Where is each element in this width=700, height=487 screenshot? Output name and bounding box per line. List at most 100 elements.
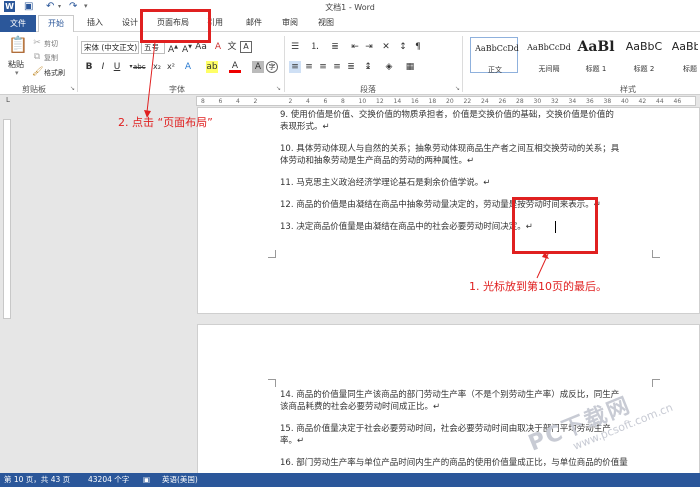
format-painter-button[interactable]: 格式刷 [44, 68, 65, 78]
word-count-status[interactable]: 43204 个字 [88, 473, 129, 487]
text-effects-icon[interactable]: A [182, 61, 194, 73]
format-painter-icon[interactable]: 🖌 [32, 66, 43, 78]
document-text-line[interactable]: 该商品耗费的社会必要劳动时间成正比。↵ [280, 401, 440, 413]
sort-icon[interactable]: ↕ [397, 41, 409, 53]
page-count-status[interactable]: 第 10 页，共 43 页 [4, 473, 70, 487]
ruler-strip[interactable]: 8 6 4 2 2 4 6 8 10 12 14 16 18 20 22 24 26 28 30 32 34 36 38 40… [196, 96, 696, 106]
tab-file[interactable]: 文件 [0, 15, 36, 32]
document-text-line[interactable]: 9. 使用价值是价值、交换价值的物质承担者，价值是交换价值的基础，交换价值是价值… [280, 109, 614, 121]
character-shading-icon[interactable]: A [252, 61, 264, 73]
document-page-10[interactable]: 9. 使用价值是价值、交换价值的物质承担者，价值是交换价值的基础，交换价值是价值… [197, 107, 700, 314]
italic-icon[interactable]: I [97, 61, 109, 73]
document-text-line[interactable]: 体劳动和抽象劳动是生产商品的劳动的两种属性。↵ [280, 155, 474, 167]
underline-icon[interactable]: U [111, 61, 123, 73]
ruler-tick-label: 44 [656, 98, 664, 105]
ruler-tick-label: 26 [498, 98, 507, 105]
style-title[interactable]: AaBbC 标题 [664, 37, 698, 73]
highlight-color-icon[interactable]: ab [206, 61, 218, 73]
align-left-icon[interactable]: ≡ [289, 61, 301, 73]
tab-selector-icon[interactable]: L [6, 96, 10, 104]
language-status[interactable]: 英语(美国) [162, 473, 198, 487]
style-heading-2[interactable]: AaBbC 标题 2 [618, 37, 666, 73]
align-center-icon[interactable]: ≡ [303, 61, 315, 73]
enclose-characters-icon[interactable]: 字 [266, 61, 278, 73]
increase-indent-icon[interactable]: ⇥ [363, 41, 375, 53]
document-text-line[interactable]: 13. 决定商品价值量是由凝结在商品中的社会必要劳动时间决定。↵ [280, 221, 533, 233]
distributed-icon[interactable]: ≣ [345, 61, 357, 73]
line-spacing-icon[interactable]: ↨ [362, 61, 374, 73]
tab-review[interactable]: 审阅 [282, 17, 298, 28]
annotation-arrow-icon [144, 41, 156, 118]
tab-home[interactable]: 开始 [38, 15, 74, 32]
crop-mark [268, 379, 276, 387]
cut-icon[interactable]: ✂ [32, 37, 42, 49]
ruler-tick-label: 6 [218, 98, 223, 105]
document-text-line[interactable]: 率。↵ [280, 435, 304, 447]
decrease-indent-icon[interactable]: ⇤ [349, 41, 361, 53]
ruler-tick-label: 46 [673, 98, 682, 105]
ruler-tick-label: 18 [428, 98, 437, 105]
ruler-tick-label: 28 [516, 98, 524, 105]
ribbon-separator [462, 36, 463, 92]
multilevel-list-icon[interactable]: ≣ [329, 41, 341, 53]
ruler-tick-label: 36 [586, 98, 594, 105]
ruler-tick-label: 16 [411, 98, 419, 105]
ruler-tick-label: 22 [463, 98, 472, 105]
annotation-box-cursor [512, 197, 598, 254]
chinese-layout-icon[interactable]: ✕ [380, 41, 392, 53]
ruler-tick-label: 12 [376, 98, 384, 105]
annotation-step-2: 2. 点击 “页面布局” [118, 116, 213, 129]
align-right-icon[interactable]: ≡ [317, 61, 329, 73]
phonetic-guide-icon[interactable]: 文 [226, 41, 238, 53]
ruler-tick-label: 8 [201, 98, 205, 105]
tab-mailings[interactable]: 邮件 [246, 17, 262, 28]
copy-button[interactable]: 复制 [44, 53, 58, 63]
paste-dropdown-icon[interactable]: ▾ [15, 69, 19, 77]
paragraph-launcher-icon[interactable]: ↘ [455, 85, 460, 92]
copy-icon[interactable]: ⧉ [32, 51, 42, 63]
ruler-tick-label: 40 [621, 98, 629, 105]
font-color-icon[interactable]: A [229, 61, 241, 73]
ruler-tick-label: 4 [306, 98, 310, 105]
font-launcher-icon[interactable]: ↘ [276, 85, 281, 92]
borders-icon[interactable]: ▦ [404, 61, 416, 73]
tab-design[interactable]: 设计 [122, 17, 138, 28]
style-heading-1[interactable]: AaBl 标题 1 [570, 37, 618, 73]
ruler-tick-label: 24 [481, 98, 489, 105]
tab-view[interactable]: 视图 [318, 17, 334, 28]
shading-icon[interactable]: ◈ [383, 61, 395, 73]
style-normal-sample: AaBbCcDd [475, 44, 519, 53]
ruler-tick-label: 38 [603, 98, 612, 105]
ruler-tick-label: 8 [341, 98, 345, 105]
paste-icon[interactable]: 📋 [8, 35, 28, 55]
proofing-icon[interactable]: ▣ [143, 473, 150, 487]
cut-button[interactable]: 剪切 [44, 39, 58, 49]
font-name-combo[interactable]: 宋体 (中文正文) [81, 41, 139, 54]
document-text-line[interactable]: 11. 马克思主义政治经济学理论基石是剩余价值学说。↵ [280, 177, 490, 189]
clear-formatting-icon[interactable]: A [212, 41, 224, 53]
bullets-icon[interactable]: ☰ [289, 41, 301, 53]
ruler-tick-label: 4 [236, 98, 240, 105]
numbering-icon[interactable]: ⒈ [309, 41, 321, 53]
document-text-line[interactable]: 10. 具体劳动体现人与自然的关系；抽象劳动体现商品生产者之间互相交换劳动的关系… [280, 143, 619, 155]
status-bar: 第 10 页，共 43 页 43204 个字 ▣ 英语(美国) [0, 473, 700, 487]
tab-insert[interactable]: 插入 [87, 17, 103, 28]
paragraph-group-label: 段落 [360, 85, 376, 94]
ruler-tick-label: 2 [288, 98, 293, 105]
window-title: 文档1 - Word [325, 3, 375, 12]
document-text-line[interactable]: 表现形式。↵ [280, 121, 330, 133]
vertical-ruler-strip[interactable] [3, 119, 11, 319]
style-no-spacing[interactable]: AaBbCcDd 无间隔 [523, 37, 571, 73]
style-no-spacing-sample: AaBbCcDd [527, 43, 571, 52]
justify-icon[interactable]: ≡ [331, 61, 343, 73]
ruler-tick-label: 14 [393, 98, 402, 105]
style-normal-name: 正文 [488, 66, 502, 74]
character-border-icon[interactable]: A [240, 41, 252, 53]
ribbon-separator [284, 36, 285, 92]
document-text-line[interactable]: 14. 商品的价值量同生产该商品的部门劳动生产率（不是个别劳动生产率）成反比，同… [280, 389, 619, 401]
style-normal[interactable]: AaBbCcDd 正文 [470, 37, 519, 74]
show-marks-icon[interactable]: ¶ [412, 41, 424, 53]
clipboard-launcher-icon[interactable]: ↘ [70, 85, 75, 92]
bold-icon[interactable]: B [83, 61, 95, 73]
ruler-tick-label: 30 [533, 98, 542, 105]
